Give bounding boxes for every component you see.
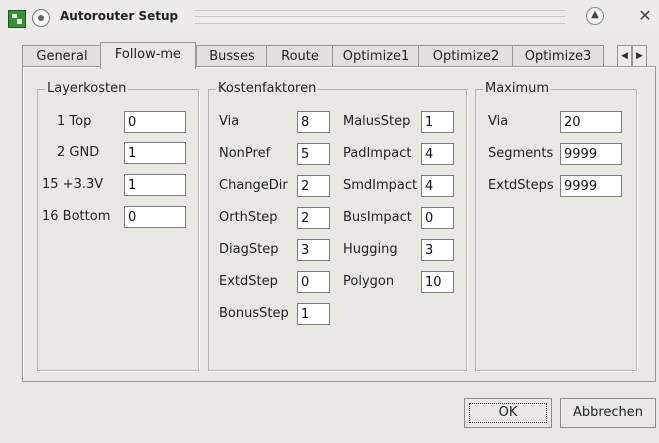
factor-field[interactable]	[297, 271, 330, 293]
close-button[interactable]: ✕	[636, 7, 654, 25]
group-title-kostenfaktoren: Kostenfaktoren	[216, 81, 319, 97]
factor-label: NonPref	[219, 146, 271, 161]
layer-label: 2 GND	[57, 145, 100, 160]
layer-label: 15 +3.3V	[42, 177, 104, 192]
group-title-maximum: Maximum	[483, 81, 552, 97]
tab-route[interactable]: Route	[266, 45, 334, 67]
factor-field[interactable]	[421, 175, 454, 197]
layer-cost-field[interactable]	[124, 111, 186, 133]
arrow-left-icon: ◀	[621, 51, 628, 61]
tab-busses[interactable]: Busses	[196, 45, 268, 67]
factor-field[interactable]	[421, 143, 454, 165]
tab-general[interactable]: General	[22, 45, 102, 67]
tab-optimize3[interactable]: Optimize3	[512, 45, 604, 67]
factor-label: SmdImpact	[343, 178, 418, 193]
tab-scroll-left-button[interactable]: ◀	[617, 45, 632, 68]
close-icon: ✕	[638, 6, 652, 25]
group-maximum: Maximum Via Segments ExtdSteps	[475, 81, 637, 371]
factor-field[interactable]	[297, 111, 330, 133]
factor-label: Hugging	[343, 242, 398, 257]
window-title: Autorouter Setup	[60, 9, 179, 23]
window-menu-icon[interactable]	[32, 9, 50, 27]
factor-field[interactable]	[297, 207, 330, 229]
chevron-up-icon: ▲	[591, 9, 599, 20]
layer-label: 1 Top	[57, 114, 92, 129]
factor-field[interactable]	[421, 271, 454, 293]
maximum-label: Segments	[488, 146, 554, 161]
factor-field[interactable]	[421, 111, 454, 133]
factor-label: BusImpact	[343, 210, 412, 225]
layer-cost-field[interactable]	[124, 174, 186, 196]
tab-optimize2[interactable]: Optimize2	[418, 45, 514, 67]
arrow-right-icon: ▶	[636, 51, 643, 61]
factor-field[interactable]	[421, 207, 454, 229]
factor-label: DiagStep	[219, 242, 279, 257]
app-icon[interactable]	[8, 10, 26, 28]
tab-panel-follow-me: Layerkosten 1 Top 2 GND 15 +3.3V 16 Bott…	[22, 66, 656, 382]
factor-field[interactable]	[297, 239, 330, 261]
maximum-field[interactable]	[560, 143, 622, 165]
factor-field[interactable]	[297, 303, 330, 325]
group-kostenfaktoren: Kostenfaktoren Via NonPref ChangeDir Ort…	[208, 81, 467, 371]
factor-label: OrthStep	[219, 210, 278, 225]
factor-field[interactable]	[297, 175, 330, 197]
tab-scroll-right-button[interactable]: ▶	[632, 45, 647, 68]
title-bar-decoration	[195, 10, 565, 24]
maximum-label: ExtdSteps	[488, 178, 554, 193]
factor-field[interactable]	[297, 143, 330, 165]
group-layerkosten: Layerkosten 1 Top 2 GND 15 +3.3V 16 Bott…	[37, 81, 199, 371]
tab-optimize1[interactable]: Optimize1	[332, 45, 420, 67]
factor-label: Polygon	[343, 274, 395, 289]
layer-cost-field[interactable]	[124, 206, 186, 228]
group-title-layerkosten: Layerkosten	[45, 81, 129, 97]
factor-label: PadImpact	[343, 146, 412, 161]
factor-label: ChangeDir	[219, 178, 288, 193]
maximum-label: Via	[488, 114, 509, 129]
title-bar: Autorouter Setup ▲ ✕	[0, 0, 659, 32]
factor-label: BonusStep	[219, 306, 289, 321]
factor-label: ExtdStep	[219, 274, 278, 289]
layer-cost-field[interactable]	[124, 142, 186, 164]
maximum-field[interactable]	[560, 175, 622, 197]
layer-label: 16 Bottom	[42, 209, 111, 224]
cancel-button[interactable]: Abbrechen	[560, 398, 656, 428]
shade-button[interactable]: ▲	[586, 7, 604, 25]
factor-label: MalusStep	[343, 114, 411, 129]
factor-field[interactable]	[421, 239, 454, 261]
factor-label: Via	[219, 114, 240, 129]
maximum-field[interactable]	[560, 111, 622, 133]
ok-button[interactable]: OK	[464, 398, 552, 428]
tab-follow-me[interactable]: Follow-me	[100, 42, 196, 69]
